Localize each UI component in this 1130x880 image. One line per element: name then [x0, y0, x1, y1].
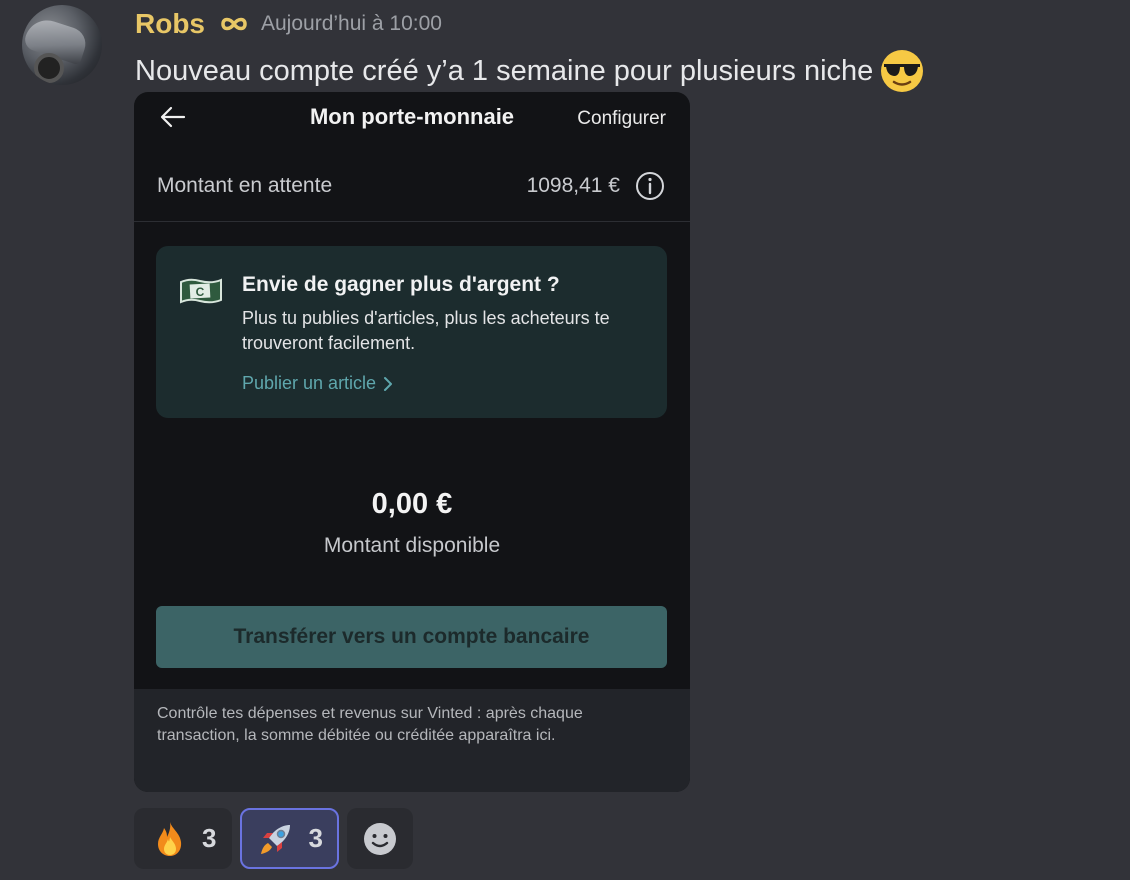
- available-balance-label: Montant disponible: [323, 534, 501, 557]
- info-icon[interactable]: [634, 170, 666, 202]
- fire-icon: [158, 821, 182, 856]
- avatar[interactable]: [22, 5, 102, 85]
- svg-text:C: C: [196, 285, 205, 299]
- wallet-topbar: Mon porte-monnaie Configurer: [134, 92, 690, 142]
- configure-link[interactable]: Configurer: [577, 108, 666, 130]
- promo-title: Envie de gagner plus d'argent ?: [242, 273, 560, 296]
- publish-article-label: Publier un article: [242, 373, 377, 393]
- reaction-rocket[interactable]: 3: [240, 808, 339, 869]
- username[interactable]: Robs: [135, 8, 205, 40]
- message-header: Robs Aujourd’hui à 10:00: [135, 6, 442, 42]
- promo-card: C Envie de gagner plus d'argent ? Plus t…: [156, 246, 667, 418]
- reaction-count: 3: [308, 823, 323, 853]
- publish-article-link[interactable]: Publier un article: [242, 373, 394, 394]
- reaction-count: 3: [202, 823, 217, 853]
- add-reaction-button[interactable]: [346, 808, 413, 869]
- transfer-button[interactable]: Transférer vers un compte bancaire: [156, 606, 667, 668]
- reaction-fire[interactable]: 3: [134, 808, 233, 869]
- timestamp: Aujourd’hui à 10:00: [261, 12, 442, 35]
- promo-body: Plus tu publies d'articles, plus les ach…: [242, 308, 610, 353]
- wallet-screenshot: Mon porte-monnaie Configurer Montant en …: [134, 92, 690, 792]
- chevron-right-icon: [384, 376, 393, 391]
- pending-value: 1098,41 €: [526, 174, 620, 197]
- reactions-bar: 3 3: [134, 808, 413, 869]
- footer-text: Contrôle tes dépenses et revenus sur Vin…: [157, 705, 583, 744]
- pending-label: Montant en attente: [157, 174, 333, 197]
- message-text: Nouveau compte créé y’a 1 semaine pour p…: [135, 48, 925, 94]
- available-balance: 0,00 €: [371, 488, 453, 520]
- rocket-icon: [261, 824, 291, 854]
- smiley-add-reaction-icon: [363, 822, 396, 855]
- sunglasses-face-icon: [881, 50, 924, 92]
- message-content: Nouveau compte créé y’a 1 semaine pour p…: [135, 54, 874, 87]
- banknote-icon: C: [180, 278, 222, 304]
- wallet-footer: Contrôle tes dépenses et revenus sur Vin…: [134, 689, 690, 792]
- infinity-icon: [221, 17, 247, 31]
- pending-amount-row: Montant en attente 1098,41 €: [134, 164, 690, 222]
